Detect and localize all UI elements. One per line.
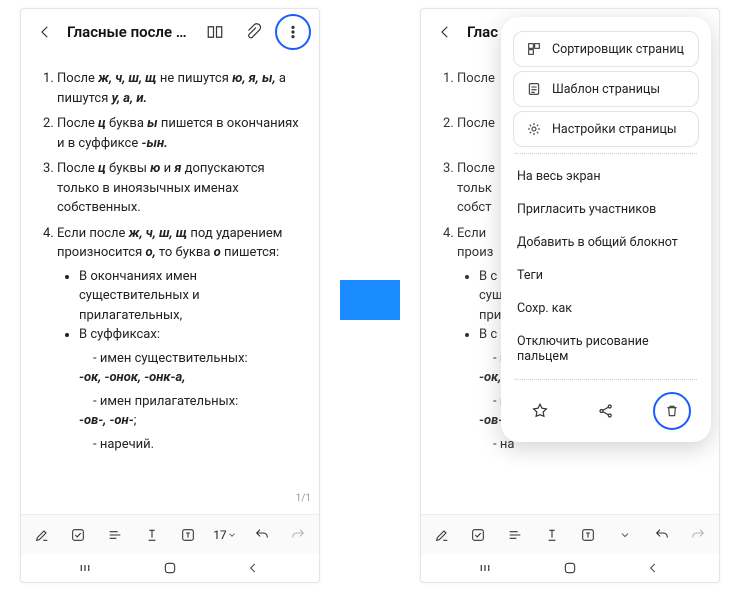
more-button-highlight — [275, 14, 311, 50]
nav-back-icon[interactable] — [637, 552, 669, 583]
menu-label: Добавить в общий блокнот — [517, 235, 678, 250]
menu-label: Отключить рисование пальцем — [517, 334, 695, 364]
recents-icon[interactable] — [472, 552, 504, 583]
more-icon[interactable] — [281, 20, 305, 44]
list-item: В окончаниях имен существительных и прил… — [79, 267, 301, 326]
recents-icon[interactable] — [72, 552, 104, 583]
topbar: Гласные после шип… — [21, 9, 319, 55]
system-navbar — [21, 554, 319, 582]
undo-icon[interactable] — [246, 519, 278, 551]
menu-page-template[interactable]: Шаблон страницы — [513, 71, 699, 107]
back-icon[interactable] — [29, 16, 61, 48]
menu-fullscreen[interactable]: На весь экран — [501, 160, 711, 193]
menu-tags[interactable]: Теги — [501, 259, 711, 292]
overflow-menu: Сортировщик страниц Шаблон страницы Наст… — [501, 17, 711, 442]
menu-label: Шаблон страницы — [552, 82, 660, 97]
text-underline-icon[interactable] — [536, 519, 568, 551]
menu-page-sorter[interactable]: Сортировщик страниц — [513, 31, 699, 67]
menu-label: Пригласить участников — [517, 202, 656, 217]
list-item: -ок, -онок, -онк-а, — [79, 368, 301, 388]
menu-label: Сохр. как — [517, 301, 572, 316]
checkbox-icon[interactable] — [462, 519, 494, 551]
menu-divider — [515, 379, 697, 380]
menu-finger-draw-off[interactable]: Отключить рисование пальцем — [501, 325, 711, 373]
menu-invite[interactable]: Пригласить участников — [501, 193, 711, 226]
note-content: После ж, ч, ш, щ не пишутся ю, я, ы, а п… — [21, 55, 319, 468]
trash-icon[interactable] — [661, 400, 683, 422]
list-item: -ов-, -он-; — [79, 411, 301, 431]
home-icon[interactable] — [554, 552, 586, 583]
align-icon[interactable] — [499, 519, 531, 551]
delete-button-highlight — [653, 392, 691, 430]
arrow-indicator — [340, 280, 400, 320]
bottom-toolbar — [421, 514, 719, 554]
pen-icon[interactable] — [426, 519, 458, 551]
nav-back-icon[interactable] — [237, 552, 269, 583]
text-box-icon[interactable] — [172, 519, 204, 551]
phone-state-after: Глас После пишу После окон После тольксо… — [420, 8, 720, 583]
menu-save-as[interactable]: Сохр. как — [501, 292, 711, 325]
menu-page-settings[interactable]: Настройки страницы — [513, 111, 699, 147]
menu-label: Настройки страницы — [552, 122, 677, 137]
back-icon[interactable] — [429, 16, 461, 48]
text-underline-icon[interactable] — [136, 519, 168, 551]
home-icon[interactable] — [154, 552, 186, 583]
list-item: Если после ж, ч, ш, щ под ударением прои… — [57, 224, 301, 455]
attach-icon[interactable] — [237, 16, 269, 48]
page-counter: 1/1 — [296, 493, 311, 504]
text-box-icon[interactable] — [572, 519, 604, 551]
pen-icon[interactable] — [26, 519, 58, 551]
menu-shared-notebook[interactable]: Добавить в общий блокнот — [501, 226, 711, 259]
align-icon[interactable] — [99, 519, 131, 551]
page-title: Гласные после шип… — [67, 23, 193, 41]
menu-footer — [501, 386, 711, 432]
list-item: В суффиксах: имен существительных: -ок, … — [79, 325, 301, 454]
list-item: наречий. — [93, 435, 301, 455]
list-item: После ж, ч, ш, щ не пишутся ю, я, ы, а п… — [57, 69, 301, 108]
list-item: После ц буквы ю и я допускаются только в… — [57, 159, 301, 218]
menu-label: Сортировщик страниц — [552, 42, 684, 57]
checkbox-icon[interactable] — [62, 519, 94, 551]
star-icon[interactable] — [521, 392, 559, 430]
font-size-button[interactable]: 17 — [209, 519, 241, 551]
bottom-toolbar: 17 — [21, 514, 319, 554]
read-mode-icon[interactable] — [199, 16, 231, 48]
undo-icon[interactable] — [646, 519, 678, 551]
list-item: имен существительных: — [93, 349, 301, 369]
redo-icon[interactable] — [682, 519, 714, 551]
menu-label: На весь экран — [517, 169, 601, 184]
menu-divider — [515, 153, 697, 154]
menu-label: Теги — [517, 268, 543, 283]
system-navbar — [421, 554, 719, 582]
list-item: После ц буква ы пишется в окончаниях и в… — [57, 114, 301, 153]
list-item: имен прилагательных: — [93, 392, 301, 412]
phone-state-before: Гласные после шип… После ж, ч, ш, щ не п… — [20, 8, 320, 583]
share-icon[interactable] — [587, 392, 625, 430]
chevron-down-icon[interactable] — [609, 519, 641, 551]
redo-icon[interactable] — [282, 519, 314, 551]
